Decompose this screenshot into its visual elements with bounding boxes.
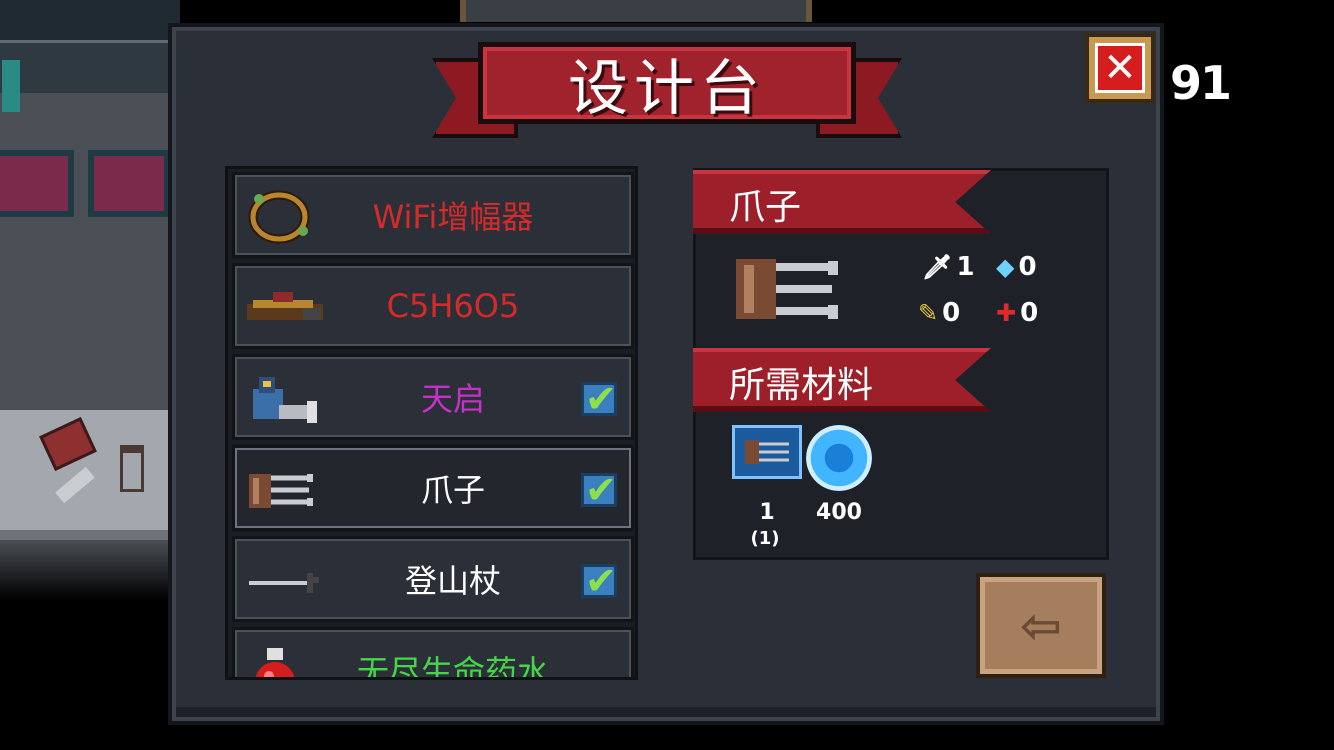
unlocked-checkbox bbox=[581, 377, 617, 421]
recipe-item[interactable]: 天启 bbox=[232, 354, 634, 440]
precision-value: 0 bbox=[1020, 298, 1039, 328]
recipe-list[interactable]: WiFi增幅器 C5H6O5 天启 爪子 bbox=[225, 166, 638, 680]
crit-stat: ✎ 0 bbox=[918, 298, 960, 328]
attack-value: 1 bbox=[956, 252, 975, 282]
gem-count: 400 bbox=[816, 500, 862, 525]
recipe-item[interactable]: WiFi增幅器 bbox=[232, 172, 634, 258]
blue-gem-icon bbox=[806, 425, 872, 491]
recipe-item-selected[interactable]: 爪子 bbox=[232, 445, 634, 531]
wifi-amplifier-icon bbox=[248, 190, 310, 244]
diamond-icon: ◆ bbox=[996, 253, 1015, 281]
recipe-name: 天启 bbox=[420, 380, 485, 418]
recipe-item[interactable]: C5H6O5 bbox=[232, 263, 634, 349]
endless-life-potion-icon bbox=[255, 648, 295, 677]
currency-count: 91 bbox=[1170, 56, 1232, 110]
trekking-pole-icon bbox=[249, 573, 319, 593]
sword-icon: 🗡 bbox=[922, 253, 953, 281]
wall-top bbox=[0, 0, 180, 40]
title-banner: 设计台 bbox=[478, 42, 856, 124]
dungeon-room bbox=[0, 0, 180, 600]
apocalypse-icon bbox=[253, 377, 317, 423]
claw-icon bbox=[249, 474, 313, 508]
recipe-name: 登山杖 bbox=[404, 562, 501, 600]
claw-preview-icon bbox=[736, 259, 838, 319]
recipe-name: 无尽生命药水 bbox=[356, 653, 549, 680]
claw-icon bbox=[745, 440, 789, 464]
materials-ribbon: 所需材料 bbox=[693, 348, 991, 412]
exit-button[interactable]: ⇦ bbox=[976, 573, 1106, 678]
c5h6o5-icon bbox=[247, 292, 323, 320]
unlocked-checkbox bbox=[581, 559, 617, 603]
crit-value: 0 bbox=[942, 298, 961, 328]
blueprint-count: 1 bbox=[759, 500, 775, 525]
claw-icon bbox=[120, 445, 144, 492]
crit-feather-icon: ✎ bbox=[918, 299, 939, 327]
recipe-name: 爪子 bbox=[420, 471, 485, 509]
close-icon: ✕ bbox=[1095, 43, 1145, 93]
unlocked-checkbox bbox=[581, 468, 617, 512]
wall-ledge bbox=[0, 40, 180, 93]
close-button[interactable]: ✕ bbox=[1085, 33, 1155, 103]
energy-stat: ◆ 0 bbox=[996, 252, 1037, 282]
item-name-ribbon: 爪子 bbox=[693, 170, 991, 234]
item-name: 爪子 bbox=[729, 187, 802, 228]
exit-icon: ⇦ bbox=[1020, 596, 1062, 655]
page-title: 设计台 bbox=[568, 53, 766, 124]
character-sprite bbox=[2, 60, 20, 112]
recipe-item[interactable]: 无尽生命药水 bbox=[232, 627, 634, 680]
doorway bbox=[460, 0, 812, 22]
materials-title: 所需材料 bbox=[729, 365, 874, 406]
seat bbox=[0, 150, 74, 217]
recipe-item[interactable]: 登山杖 bbox=[232, 536, 634, 622]
precision-cross-icon: ✚ bbox=[996, 299, 1017, 327]
floor-shadow bbox=[0, 540, 180, 600]
recipe-name: C5H6O5 bbox=[386, 287, 520, 325]
attack-stat: 🗡 1 bbox=[922, 252, 975, 282]
energy-value: 0 bbox=[1018, 252, 1037, 282]
claw-blueprint-icon bbox=[732, 425, 802, 479]
precision-stat: ✚ 0 bbox=[996, 298, 1038, 328]
seat bbox=[88, 150, 170, 217]
blueprint-owned: (1) bbox=[750, 528, 780, 549]
recipe-name: WiFi增幅器 bbox=[372, 198, 534, 236]
